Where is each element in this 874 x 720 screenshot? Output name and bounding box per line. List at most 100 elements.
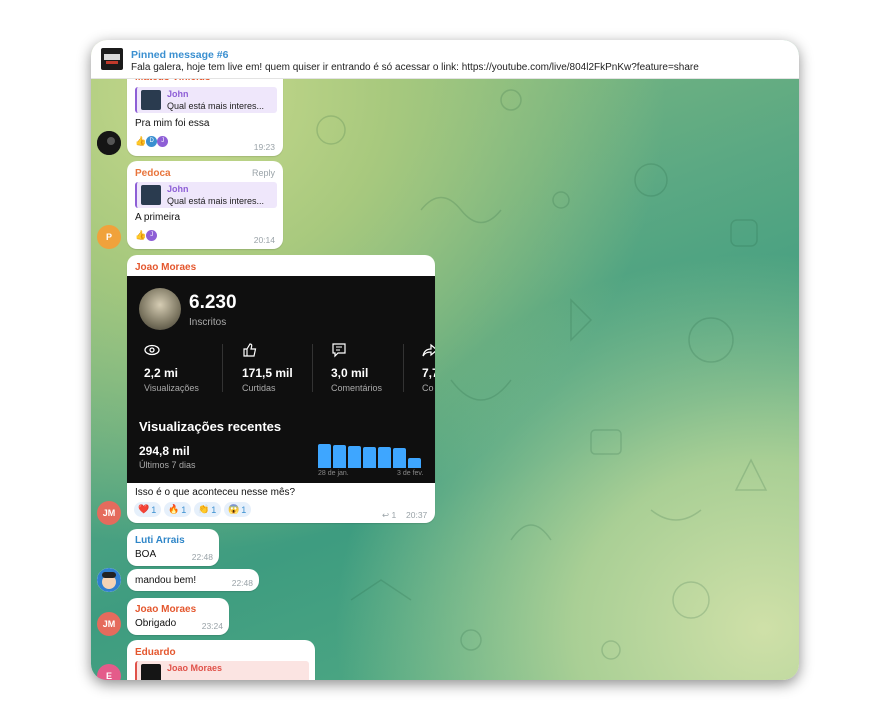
message-bubble[interactable]: Eduardo Joao Moraes — [127, 640, 315, 680]
reply-button[interactable]: Reply — [252, 168, 275, 178]
reply-thumbnail — [141, 185, 161, 205]
stat-label: Curtidas — [242, 383, 276, 393]
reactor-avatar: D — [146, 136, 158, 147]
views-bar — [333, 445, 346, 468]
comment-icon — [332, 343, 346, 358]
reaction-pill[interactable]: 😱 1 — [224, 502, 251, 517]
youtube-stats-image[interactable]: 6.230 Inscritos 2,2 mi Visualizações 171… — [127, 276, 435, 483]
reactor-avatar: J — [146, 230, 158, 241]
message-text: mandou bem! — [135, 575, 197, 586]
thumbs-up-icon: 👍 — [135, 230, 147, 240]
cartoon-avatar-icon — [97, 568, 121, 592]
recent-views-title: Visualizações recentes — [139, 419, 282, 434]
avatar[interactable]: JM — [97, 501, 121, 525]
stat-value: 7,7 — [422, 366, 435, 380]
views-bar — [378, 447, 391, 468]
message-text: Pra mim foi essa — [135, 118, 210, 129]
stat-value: 171,5 mil — [242, 366, 293, 380]
avatar-image-icon — [97, 131, 121, 155]
pinned-text: Fala galera, hoje tem live em! quem quis… — [131, 62, 699, 73]
pinned-thumbnail — [101, 48, 123, 70]
message-time: 19:23 — [253, 142, 275, 152]
sender-name: Joao Moraes — [135, 262, 197, 273]
views-bar — [393, 448, 406, 468]
avatar[interactable]: JM — [97, 612, 121, 636]
reaction-count: 1 — [151, 504, 157, 515]
subscriber-label: Inscritos — [189, 317, 227, 328]
stat-label: Visualizações — [144, 383, 199, 393]
message-time: 23:24 — [201, 621, 223, 631]
reply-text: Qual está mais interes... — [167, 196, 265, 206]
sender-name: Eduardo — [135, 647, 176, 658]
message-bubble[interactable]: Pedoca Reply John Qual está mais interes… — [127, 161, 283, 249]
reaction-count: 1 — [241, 504, 247, 515]
share-icon — [422, 343, 435, 357]
reaction-pill[interactable]: 👍 J — [135, 228, 165, 243]
reaction-emoji-icon: ❤️ — [138, 504, 150, 514]
reply-thumbnail — [141, 90, 161, 110]
views-bar — [408, 458, 421, 468]
message-text: BOA — [135, 549, 157, 560]
avatar[interactable] — [97, 131, 121, 155]
message-time: 20:37 — [406, 510, 428, 520]
reply-author: John — [167, 184, 189, 194]
message-bubble[interactable]: Joao Moraes Obrigado 23:24 — [127, 598, 229, 635]
stat-shares: 7,7 Co — [417, 342, 435, 398]
date-end: 3 de fev. — [397, 470, 424, 477]
message-text: Obrigado — [135, 618, 177, 629]
reply-count: 1 — [391, 510, 397, 520]
date-start: 28 de jan. — [318, 470, 349, 477]
message-time: 20:14 — [253, 235, 275, 245]
channel-logo — [139, 288, 181, 330]
reaction-emoji-icon: 😱 — [228, 504, 240, 514]
reply-preview[interactable]: John Qual está mais interes... — [135, 87, 277, 113]
stat-value: 2,2 mi — [144, 366, 179, 380]
divider — [222, 344, 223, 392]
divider — [403, 344, 404, 392]
stat-label: Co — [422, 383, 434, 393]
reply-author: John — [167, 89, 189, 99]
reaction-pill[interactable]: 🔥 1 — [164, 502, 191, 517]
recent-views-value: 294,8 mil — [139, 444, 190, 458]
pinned-title: Pinned message #6 — [131, 49, 229, 61]
stat-value: 3,0 mil — [331, 366, 369, 380]
stat-label: Comentários — [331, 383, 383, 393]
avatar[interactable]: P — [97, 225, 121, 249]
reaction-emoji-icon: 👏 — [198, 504, 210, 514]
recent-views-label: Últimos 7 dias — [139, 460, 196, 470]
reactor-avatar: J — [157, 136, 169, 147]
reply-arrow-icon: ↩ — [382, 510, 390, 520]
message-caption: Isso é o que aconteceu nesse mês? — [135, 487, 296, 498]
reaction-count: 1 — [211, 504, 217, 515]
reply-preview[interactable]: Joao Moraes — [135, 661, 309, 680]
sender-name: Luti Arrais — [135, 535, 185, 546]
message-bubble[interactable]: Mateus Vinícius John Qual está mais inte… — [127, 68, 283, 156]
message-time: 22:48 — [191, 552, 213, 562]
eye-icon — [144, 344, 160, 356]
message-bubble[interactable]: mandou bem! 22:48 — [127, 569, 259, 591]
telegram-chat-window: Pinned message #6 Fala galera, hoje tem … — [91, 40, 799, 680]
reply-text: Qual está mais interes... — [167, 101, 265, 111]
views-bar — [348, 446, 361, 468]
views-bar — [363, 447, 376, 468]
reply-preview[interactable]: John Qual está mais interes... — [135, 182, 277, 208]
reaction-count: 1 — [181, 504, 187, 515]
message-text: A primeira — [135, 212, 181, 223]
sender-name: Joao Moraes — [135, 604, 197, 615]
reaction-pill[interactable]: 👏 1 — [194, 502, 221, 517]
pinned-message-bar[interactable]: Pinned message #6 Fala galera, hoje tem … — [91, 40, 799, 79]
forward-count[interactable]: ↩ 1 — [382, 510, 396, 521]
views-bar — [318, 444, 331, 468]
stat-likes: 171,5 mil Curtidas — [237, 342, 327, 398]
stat-views: 2,2 mi Visualizações — [139, 342, 229, 398]
reply-thumbnail — [141, 664, 161, 680]
divider — [312, 344, 313, 392]
reaction-pill[interactable]: ❤️ 1 — [134, 502, 161, 517]
thumbs-up-icon: 👍 — [135, 136, 147, 146]
avatar[interactable] — [97, 568, 121, 592]
subscriber-count: 6.230 — [189, 292, 237, 313]
reaction-pill[interactable]: 👍 D J — [135, 134, 173, 149]
thumbs-up-icon — [243, 343, 257, 357]
message-bubble[interactable]: Luti Arrais BOA 22:48 — [127, 529, 219, 566]
reply-author: Joao Moraes — [167, 663, 223, 673]
